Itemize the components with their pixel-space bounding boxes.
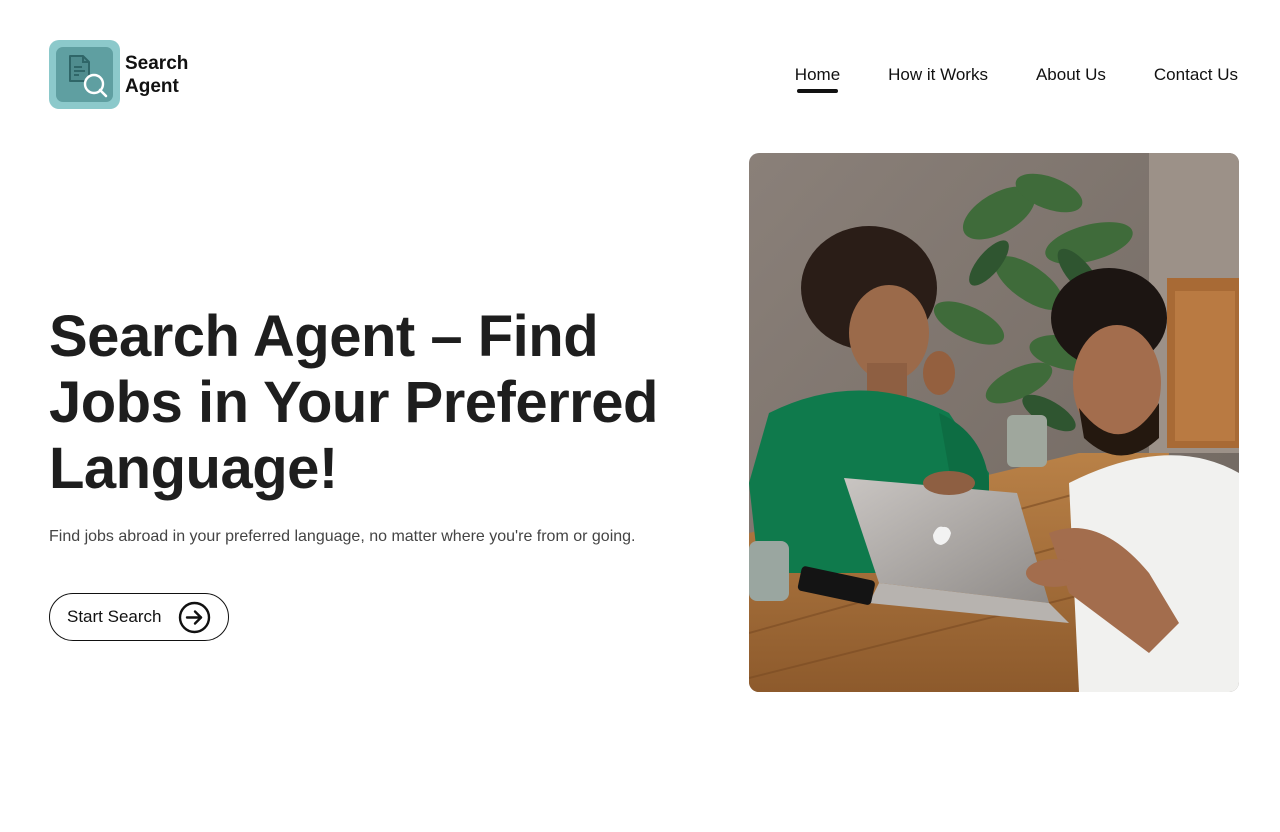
nav-about-us[interactable]: About Us: [1036, 64, 1106, 86]
nav-home[interactable]: Home: [795, 64, 840, 93]
hero-photo: [749, 153, 1239, 692]
document-search-icon: [49, 40, 120, 109]
nav-how-it-works[interactable]: How it Works: [888, 64, 988, 86]
main-nav: Home How it Works About Us Contact Us: [747, 64, 1238, 93]
start-search-button[interactable]: Start Search: [49, 593, 229, 641]
brand-name-line2: Agent: [125, 75, 179, 97]
brand-name-line1: Search: [125, 52, 189, 74]
nav-contact-us[interactable]: Contact Us: [1154, 64, 1238, 86]
hero-subtitle: Find jobs abroad in your preferred langu…: [49, 528, 636, 545]
start-search-label: Start Search: [67, 607, 162, 626]
brand-name: Search Agent: [125, 52, 205, 98]
brand-logo[interactable]: Search Agent: [49, 40, 205, 109]
arrow-right-circle-icon: [178, 601, 211, 639]
page: Search Agent Home How it Works About Us …: [0, 0, 1280, 832]
hero-title: Search Agent – Find Jobs in Your Preferr…: [49, 304, 658, 501]
